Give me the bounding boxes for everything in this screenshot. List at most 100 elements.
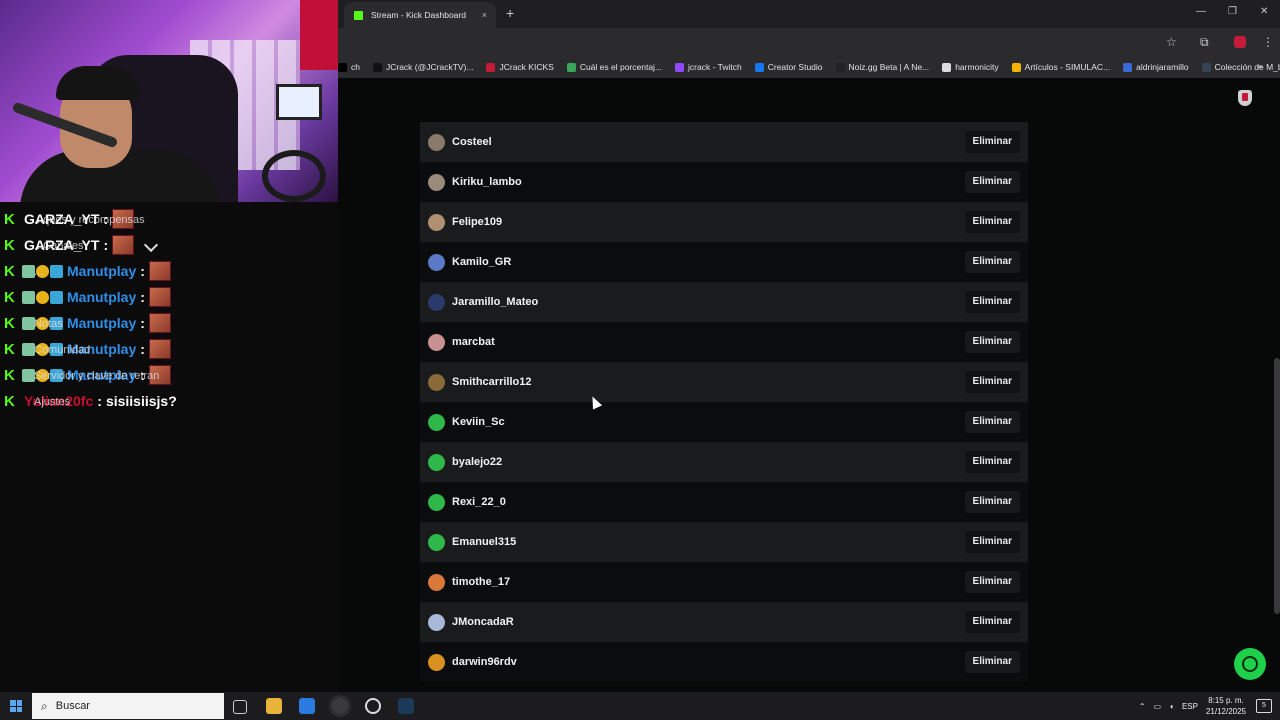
minimize-button[interactable]: — (1196, 6, 1206, 17)
chevron-down-icon[interactable] (143, 237, 159, 253)
bookmark-item[interactable]: Noiz.gg Beta | A Ne... (835, 62, 929, 72)
taskbar-search-box[interactable]: ⌕ Buscar (32, 693, 224, 719)
extensions-icon[interactable]: ⧉ (1200, 35, 1209, 50)
chat-username[interactable]: Manutplay (67, 263, 136, 279)
clock-date: 21/12/2025 (1205, 707, 1246, 716)
bookmark-item[interactable]: aldrinjaramillo (1123, 62, 1189, 72)
tray-chevron-icon[interactable]: ⌃ (1139, 702, 1146, 711)
kick-favicon-icon (354, 10, 363, 20)
new-tab-button[interactable]: + (506, 5, 514, 21)
kick-logo-icon: K (4, 366, 15, 384)
chat-username[interactable]: Manutplay (67, 289, 136, 305)
username: Felipe109 (452, 216, 503, 228)
bookmark-item[interactable]: JCrack KICKS (486, 62, 554, 72)
profile-avatar-icon[interactable] (1234, 36, 1246, 48)
bookmark-item[interactable]: jcrack - Twitch (675, 62, 742, 72)
background-menu-label: Comunidad (34, 344, 91, 356)
outlook-icon[interactable] (299, 698, 315, 714)
username: byalejo22 (452, 456, 503, 468)
remove-button[interactable]: Eliminar (964, 411, 1020, 433)
chat-separator: : (97, 393, 102, 409)
username: JMoncadaR (452, 616, 514, 628)
obs-icon[interactable] (365, 698, 381, 714)
remove-button[interactable]: Eliminar (964, 131, 1020, 153)
taskbar-clock[interactable]: 8:15 p. m. 21/12/2025 (1206, 695, 1246, 717)
background-menu-label: ...Canales (34, 240, 84, 252)
notification-center-icon[interactable]: 5 (1256, 699, 1272, 713)
browser-menu-icon[interactable]: ⋮ (1262, 35, 1274, 49)
badge-icon (36, 290, 49, 304)
chat-separator: : (140, 289, 145, 305)
chat-username[interactable]: Manutplay (67, 315, 136, 331)
task-view-icon[interactable] (233, 700, 247, 714)
bookmark-item[interactable]: Cuál es el porcentaj... (566, 62, 662, 72)
bookmark-item[interactable]: Artículos - SIMULAC... (1011, 62, 1110, 72)
kick-logo-icon: K (4, 288, 15, 306)
bookmark-item[interactable]: harmonicity (942, 62, 999, 72)
bookmarks-bar: ch JCrack (@JCrackTV)... JCrack KICKS Cuál … (338, 56, 1280, 78)
close-window-button[interactable]: ✕ (1260, 6, 1268, 17)
remove-button[interactable]: Eliminar (964, 611, 1020, 633)
username: timothe_17 (452, 576, 511, 588)
bookmark-item[interactable]: JCrack (@JCrackTV)... (372, 62, 473, 72)
avatar (428, 373, 445, 391)
user-row: Jaramillo_Mateo Eliminar (420, 282, 1028, 322)
chat-message: K Manutplay:... (0, 258, 340, 284)
restore-button[interactable]: ❐ (1228, 6, 1237, 17)
background-menu-label: Servidor y clave de retran (34, 370, 160, 382)
remove-button[interactable]: Eliminar (964, 211, 1020, 233)
tab-close-icon[interactable]: × (482, 10, 487, 20)
chat-separator: : (140, 341, 145, 357)
chat-separator: : (103, 237, 109, 253)
chat-message: K Yulian20fc: sisiisiisjs? Ajustes (0, 388, 340, 414)
remove-button[interactable]: Eliminar (964, 331, 1020, 353)
language-indicator[interactable]: ESP (1182, 702, 1198, 711)
volume-icon[interactable]: ◖ (1169, 702, 1174, 711)
username: Emanuel315 (452, 536, 517, 548)
bookmark-star-icon[interactable]: ☆ (1166, 35, 1177, 49)
channel-logo-icon[interactable] (1238, 90, 1252, 106)
bookmark-item[interactable]: Creator Studio (754, 62, 823, 72)
remove-button[interactable]: Eliminar (964, 451, 1020, 473)
chat-emote-icon (148, 287, 171, 307)
badge-icon (50, 264, 63, 278)
support-chat-icon[interactable] (1234, 648, 1266, 680)
remove-button[interactable]: Eliminar (964, 651, 1020, 673)
chat-overlay: K GARZA_YT: ...ques y recompensas K GARZA_YT… (0, 206, 340, 414)
bookmark-item[interactable]: Colección de M_blei... (1201, 62, 1280, 72)
page-scrollbar[interactable] (1274, 358, 1280, 614)
steam-icon[interactable] (398, 698, 414, 714)
browser-tab-bar: Stream - Kick Dashboard × + — ❐ ✕ (338, 0, 1280, 28)
remove-button[interactable]: Eliminar (964, 571, 1020, 593)
username: darwin96rdv (452, 656, 517, 668)
chrome-icon[interactable] (332, 698, 348, 714)
tab-stream-dashboard[interactable]: Stream - Kick Dashboard × (344, 2, 496, 28)
kick-logo-icon: K (4, 392, 15, 410)
user-row: Costeel Eliminar (420, 122, 1028, 162)
bookmark-item[interactable]: ch (338, 62, 360, 72)
remove-button[interactable]: Eliminar (964, 491, 1020, 513)
bookmark-favicon-icon (486, 62, 496, 72)
username: Keviin_Sc (452, 416, 505, 428)
bookmarks-more-icon[interactable]: » (1257, 61, 1262, 71)
taskbar-search-placeholder: Buscar (55, 700, 90, 712)
avatar (428, 493, 445, 511)
remove-button[interactable]: Eliminar (964, 371, 1020, 393)
avatar (428, 213, 445, 231)
bookmark-favicon-icon (372, 62, 382, 72)
file-explorer-icon[interactable] (266, 698, 282, 714)
windows-start-icon[interactable] (10, 700, 22, 712)
remove-button[interactable]: Eliminar (964, 171, 1020, 193)
user-row: Felipe109 Eliminar (420, 202, 1028, 242)
bookmark-favicon-icon (1011, 62, 1021, 72)
background-menu-label: Notas (34, 318, 63, 330)
chat-separator: : (140, 315, 145, 331)
remove-button[interactable]: Eliminar (964, 531, 1020, 553)
remove-button[interactable]: Eliminar (964, 251, 1020, 273)
remove-button[interactable]: Eliminar (964, 291, 1020, 313)
network-icon[interactable]: ▭ (1154, 702, 1162, 711)
chat-message: K Manutplay: Comunidad (0, 336, 340, 362)
badge-icon (22, 290, 35, 304)
bookmark-label: ch (351, 62, 360, 72)
username: Smithcarrillo12 (452, 376, 532, 388)
